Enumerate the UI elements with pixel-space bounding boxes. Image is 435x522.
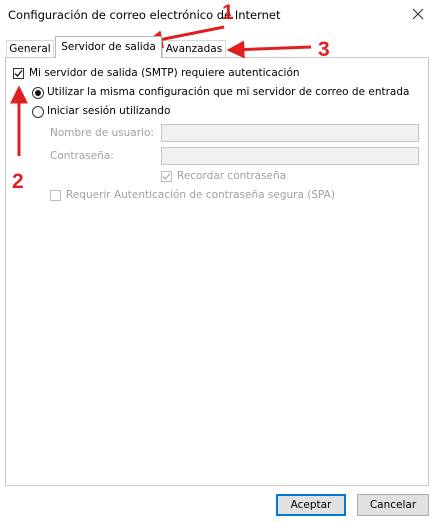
remember-password-checkbox[interactable] (161, 171, 172, 182)
close-icon (412, 8, 424, 20)
radio-selected-dot (35, 90, 41, 96)
login-using-label: Iniciar sesión utilizando (47, 105, 171, 117)
tab-servidor-de-salida[interactable]: Servidor de salida (55, 36, 162, 58)
annotation-number-2: 2 (12, 170, 24, 193)
tab-general[interactable]: General (6, 40, 54, 57)
spa-checkbox[interactable] (50, 190, 61, 201)
cancel-button[interactable]: Cancelar (357, 494, 429, 516)
checkmark-icon (14, 70, 23, 77)
same-settings-label: Utilizar la misma configuración que mi s… (47, 86, 410, 98)
username-label: Nombre de usuario: (50, 127, 154, 139)
password-label: Contraseña: (50, 150, 114, 162)
checkmark-icon (162, 173, 171, 180)
password-field[interactable] (161, 147, 419, 165)
tab-panel (5, 57, 429, 486)
remember-password-label: Recordar contraseña (177, 170, 287, 182)
close-button[interactable] (406, 2, 430, 26)
ok-button[interactable]: Aceptar (276, 494, 346, 516)
smtp-auth-label: Mi servidor de salida (SMTP) requiere au… (29, 67, 300, 79)
username-field[interactable] (161, 124, 419, 142)
annotation-number-1: 1 (222, 1, 234, 24)
same-settings-radio[interactable] (32, 87, 44, 99)
spa-label: Requerir Autenticación de contraseña seg… (66, 189, 335, 201)
window-title: Configuración de correo electrónico de I… (8, 8, 281, 22)
smtp-auth-checkbox[interactable] (13, 68, 24, 79)
login-using-radio[interactable] (32, 106, 44, 118)
arrow-3 (226, 40, 312, 59)
annotation-number-3: 3 (318, 38, 330, 61)
tab-avanzadas[interactable]: Avanzadas (162, 40, 226, 57)
